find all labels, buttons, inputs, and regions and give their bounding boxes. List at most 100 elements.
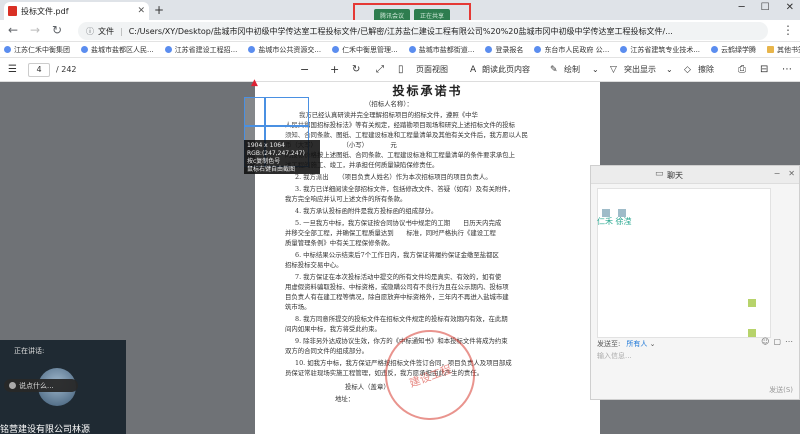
- send-button[interactable]: 发送(S): [769, 385, 793, 395]
- info-icon: ⓘ: [86, 26, 94, 36]
- doc-line: 8. 我方同意所提交的投标文件在招标文件规定的投标有效期内有效，在此期: [295, 315, 508, 323]
- send-to-selector[interactable]: 所有人: [626, 340, 647, 348]
- draw-dropdown-icon[interactable]: ⌄: [592, 63, 599, 77]
- chat-message-input[interactable]: 输入信息...: [597, 351, 632, 361]
- doc-line: 用虚假资料骗取投标、中标资格，或隐瞒公司有不良行为且在公示期内、投标项: [285, 283, 509, 291]
- chat-title: 聊天: [667, 171, 683, 180]
- page-view-button[interactable]: 页面视图: [416, 63, 448, 77]
- speaker-name: 铭营建设有限公司林源: [0, 425, 91, 434]
- close-window-icon[interactable]: ✕: [786, 2, 794, 13]
- bookmark-icon: [332, 46, 340, 53]
- more-icon[interactable]: ⋯: [785, 337, 793, 346]
- doc-line: 双方的合同文件的组成部分。: [285, 347, 369, 355]
- doc-line: 我方完全响应并认可上述文件的所有条款。: [285, 195, 407, 203]
- zoom-in-button[interactable]: +: [330, 63, 339, 77]
- bookmark-icon: [620, 46, 628, 53]
- chevron-down-icon[interactable]: ⌄: [647, 340, 656, 348]
- bookmarks-bar: 江苏仁禾中衡集团 盐城市盐都区人民... 江苏省建设工程招... 盐城市公共资源…: [0, 42, 800, 58]
- read-aloud-button[interactable]: 朗读此页内容: [482, 63, 530, 77]
- screenshot-size: 1904 x 1064: [247, 142, 285, 149]
- chat-close-icon[interactable]: ✕: [788, 169, 795, 178]
- address-info-label: 文件: [98, 26, 114, 36]
- say-something-prompt[interactable]: 说点什么...: [4, 379, 78, 392]
- forward-icon[interactable]: →: [30, 23, 40, 37]
- doc-line: 人民共和国招标投标法》等有关规定，经踏勘项目现场和研究上述招标文件的投标: [285, 121, 516, 129]
- bookmark-icon: [485, 46, 493, 53]
- page-number-input[interactable]: 4: [28, 63, 50, 77]
- doc-line: 间内如果中标，我方将受此约束。: [285, 325, 381, 333]
- user-status-icon: [9, 382, 16, 389]
- address-url: C:/Users/XY/Desktop/盐城市冈中初级中学传达室工程投标文件/已…: [128, 26, 673, 36]
- doc-line: 6. 中标结果公示结束后7个工作日内，我方保证将履约保证金缴至盐都区: [295, 251, 499, 259]
- more-options-icon[interactable]: ⋯: [782, 63, 792, 77]
- mouse-cursor-icon: ▲: [251, 78, 258, 88]
- send-to-row[interactable]: 发送至: 所有人 ⌄: [597, 339, 655, 349]
- maximize-icon[interactable]: ☐: [761, 2, 770, 13]
- page-view-icon[interactable]: ▯: [398, 63, 404, 77]
- bookmark-icon: [248, 46, 256, 53]
- bookmark-item[interactable]: 登录报名: [485, 45, 523, 55]
- print-icon[interactable]: ⎙: [738, 63, 746, 77]
- bookmark-item[interactable]: 江苏省建筑专业技术...: [620, 45, 700, 55]
- highlight-icon: ▽: [610, 65, 617, 75]
- rotate-icon[interactable]: ↻: [352, 63, 360, 77]
- erase-button[interactable]: 擦除: [698, 63, 714, 77]
- tab-pdf[interactable]: 投标文件.pdf ✕: [4, 2, 149, 20]
- minimize-icon[interactable]: ─: [739, 2, 745, 13]
- read-aloud-icon: A: [470, 65, 477, 75]
- doc-line: （招标人名称）：: [365, 100, 413, 108]
- address-row: ← → ↻ ⓘ 文件 | C:/Users/XY/Desktop/盐城市冈中初级…: [0, 20, 800, 42]
- thumbnail-tile: [748, 329, 756, 337]
- reload-icon[interactable]: ↻: [52, 23, 62, 37]
- draw-icon: ✎: [550, 65, 558, 75]
- bookmark-item[interactable]: 仁禾中衡思管理...: [332, 45, 398, 55]
- doc-line: 须知、合同条款、图纸、工程建设标准和工程量清单及其他有关文件后，我方愿以人民: [285, 131, 528, 139]
- bookmark-item[interactable]: 盐城市公共资源交...: [248, 45, 321, 55]
- window-controls: ─ ☐ ✕: [739, 2, 794, 13]
- close-tab-icon[interactable]: ✕: [137, 6, 145, 16]
- pdf-toolbar: ☰ 4 / 242 − + ↻ ⤢ ▯ 页面视图 A 朗读此页内容 ✎ 绘制 ⌄…: [0, 58, 800, 82]
- chat-controls: − ✕: [774, 169, 795, 178]
- highlight-button[interactable]: 突出显示: [624, 63, 656, 77]
- screen: 投标文件.pdf ✕ + 腾讯会议 正在共享 ─ ☐ ✕ ← → ↻ ⓘ 文件 …: [0, 0, 800, 434]
- browser-menu-icon[interactable]: ⋮: [782, 23, 794, 37]
- bookmark-icon: [408, 46, 416, 53]
- bookmark-item[interactable]: 江苏仁禾中衡集团: [4, 45, 70, 55]
- chat-user-name: 仁禾 徐滢: [597, 217, 632, 226]
- bookmark-item[interactable]: 盐城市盐都街道...: [408, 45, 474, 55]
- draw-button[interactable]: 绘制: [564, 63, 580, 77]
- tab-strip: 投标文件.pdf ✕ + 腾讯会议 正在共享 ─ ☐ ✕: [0, 0, 800, 27]
- crosshair-horizontal: [245, 125, 308, 127]
- contents-menu-icon[interactable]: ☰: [8, 63, 17, 77]
- new-tab-button[interactable]: +: [154, 3, 164, 17]
- chat-content-area: [597, 188, 771, 338]
- doc-line: 4. 我方承认投标函附件是我方投标函的组成部分。: [295, 207, 438, 215]
- screenshot-hint-free: 鼠标右键自由截图: [247, 166, 296, 173]
- doc-line: 并移交全部工程，并确保工程质量达到 标准，同时严格执行《建设工程: [285, 229, 496, 237]
- doc-line: 质量管理条例》中有关工程保修条款。: [285, 239, 394, 247]
- zoom-out-button[interactable]: −: [300, 63, 309, 77]
- chat-header: ▭ 聊天 − ✕: [591, 166, 799, 184]
- highlight-dropdown-icon[interactable]: ⌄: [666, 63, 673, 77]
- eraser-icon: ◇: [684, 65, 691, 75]
- bookmark-folder[interactable]: 其他书签: [767, 45, 800, 55]
- bookmark-item[interactable]: 江苏省建设工程招...: [164, 45, 237, 55]
- back-icon[interactable]: ←: [8, 23, 18, 37]
- address-bar[interactable]: ⓘ 文件 | C:/Users/XY/Desktop/盐城市冈中初级中学传达室工…: [78, 22, 768, 40]
- thumbnail-tile: [748, 299, 756, 307]
- speaking-label: 正在讲话:: [14, 347, 45, 355]
- file-icon[interactable]: ▢: [773, 337, 781, 346]
- screenshot-rgb: RGB:(247,247,247): [247, 150, 305, 157]
- bookmark-item[interactable]: 盐城市盐都区人民...: [81, 45, 154, 55]
- pdf-icon: [8, 6, 17, 16]
- fit-page-icon[interactable]: ⤢: [376, 63, 384, 77]
- bookmark-icon: [4, 46, 11, 53]
- emoji-icon[interactable]: ☺: [761, 337, 769, 346]
- bookmark-item[interactable]: 云鹤绿学腾: [711, 45, 756, 55]
- active-speaker-panel: 正在讲话: 说点什么... 铭营建设有限公司林源: [0, 340, 126, 434]
- save-icon[interactable]: ⊟: [760, 63, 768, 77]
- chat-minimize-icon[interactable]: −: [774, 169, 781, 178]
- page-total: / 242: [56, 65, 77, 74]
- chat-icon: ▭: [655, 169, 664, 179]
- bookmark-item[interactable]: 东台市人民政府 公...: [534, 45, 609, 55]
